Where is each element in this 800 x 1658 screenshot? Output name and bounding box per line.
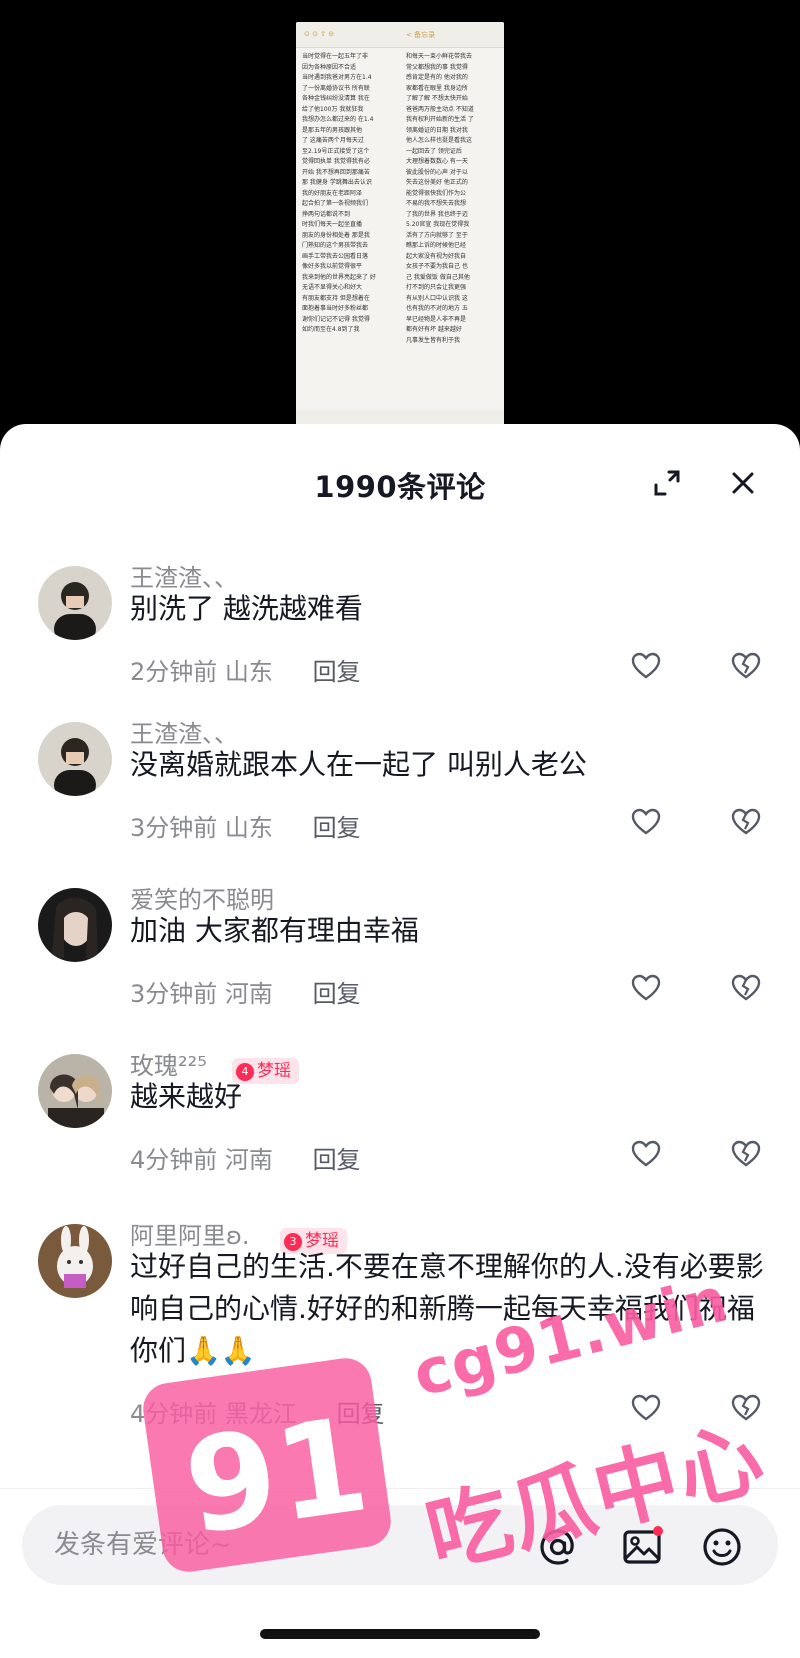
avatar-image [38,722,112,796]
comment-location: 黑龙江 [224,1400,297,1428]
comment-location: 山东 [224,658,273,686]
note-toolbar: ⊙ ⊙ ⇧ ⊖ < 备忘录 [296,22,504,48]
comment-input-bar [0,1488,800,1658]
comment-time: 4分钟前 [130,1400,218,1428]
dislike-broken-heart-icon[interactable] [730,1392,762,1424]
comment-meta: 3分钟前 河南 回复 [130,974,361,1009]
reply-button[interactable]: 回复 [313,814,361,842]
avatar[interactable] [38,566,112,640]
comment-location: 河南 [224,1146,273,1174]
dislike-broken-heart-icon[interactable] [730,650,762,682]
comment-meta: 3分钟前 山东 回复 [130,808,361,843]
note-text-left: 当时觉得在一起五年了非 因为各种原因不合适 当时遇到我爸对男方在1.4 了一份离… [302,53,376,333]
dislike-broken-heart-icon[interactable] [730,972,762,1004]
like-heart-icon[interactable] [630,972,662,1004]
comment-meta: 4分钟前 河南 回复 [130,1140,361,1175]
like-heart-icon[interactable] [630,1392,662,1424]
comment-time: 3分钟前 [130,814,218,842]
like-heart-icon[interactable] [630,1138,662,1170]
comment-text: 过好自己的生活.不要在意不理解你的人.没有必要影响自己的心情.好好的和新腾一起每… [130,1250,764,1367]
like-heart-icon[interactable] [630,650,662,682]
note-text-right: 和每天一束小鲜花带我去 常父都想我的事 我觉得 感肯定是有的 他对我的 家都看在… [406,53,474,344]
avatar[interactable] [38,888,112,962]
avatar[interactable] [38,1054,112,1128]
emoji-icon[interactable] [700,1525,744,1569]
expand-icon[interactable] [652,468,682,498]
avatar-image [38,888,112,962]
dislike-broken-heart-icon[interactable] [730,806,762,838]
dislike-broken-heart-icon[interactable] [730,1138,762,1170]
avatar[interactable] [38,722,112,796]
comment-meta: 2分钟前 山东 回复 [130,652,361,687]
reply-button[interactable]: 回复 [313,1146,361,1174]
comment-text: 加油 大家都有理由幸福 [130,914,419,947]
image-icon[interactable] [620,1525,664,1569]
reply-button[interactable]: 回复 [337,1400,385,1428]
video-preview[interactable]: ⊙ ⊙ ⇧ ⊖ < 备忘录 当时觉得在一起五年了非 因为各种原因不合适 当时遇到… [0,0,800,440]
home-indicator[interactable] [260,1629,540,1639]
comment-time: 2分钟前 [130,658,218,686]
comment-location: 山东 [224,814,273,842]
comment-text: 没离婚就跟本人在一起了 叫别人老公 [130,748,587,781]
avatar-image [38,566,112,640]
comment-time: 3分钟前 [130,980,218,1008]
note-back-label: < 备忘录 [406,31,436,39]
comment-meta: 4分钟前 黑龙江 回复 [130,1394,385,1429]
at-mention-icon[interactable] [536,1525,580,1569]
comments-sheet: 1990条评论 王渣渣、、 别洗了 越洗越难看 2分钟前 山东 回复 王渣渣、、… [0,424,800,1658]
note-toolbar-icons: ⊙ ⊙ ⇧ ⊖ [304,30,335,38]
comment-time: 4分钟前 [130,1146,218,1174]
like-heart-icon[interactable] [630,806,662,838]
close-icon[interactable] [728,468,758,498]
note-screenshot-image: ⊙ ⊙ ⇧ ⊖ < 备忘录 当时觉得在一起五年了非 因为各种原因不合适 当时遇到… [296,22,504,428]
comment-text: 越来越好 [130,1080,243,1113]
comment-text: 别洗了 越洗越难看 [130,592,363,625]
reply-button[interactable]: 回复 [313,658,361,686]
avatar[interactable] [38,1224,112,1298]
reply-button[interactable]: 回复 [313,980,361,1008]
avatar-image [38,1054,112,1128]
avatar-image [38,1224,112,1298]
comment-input[interactable] [22,1505,778,1585]
comment-location: 河南 [224,980,273,1008]
